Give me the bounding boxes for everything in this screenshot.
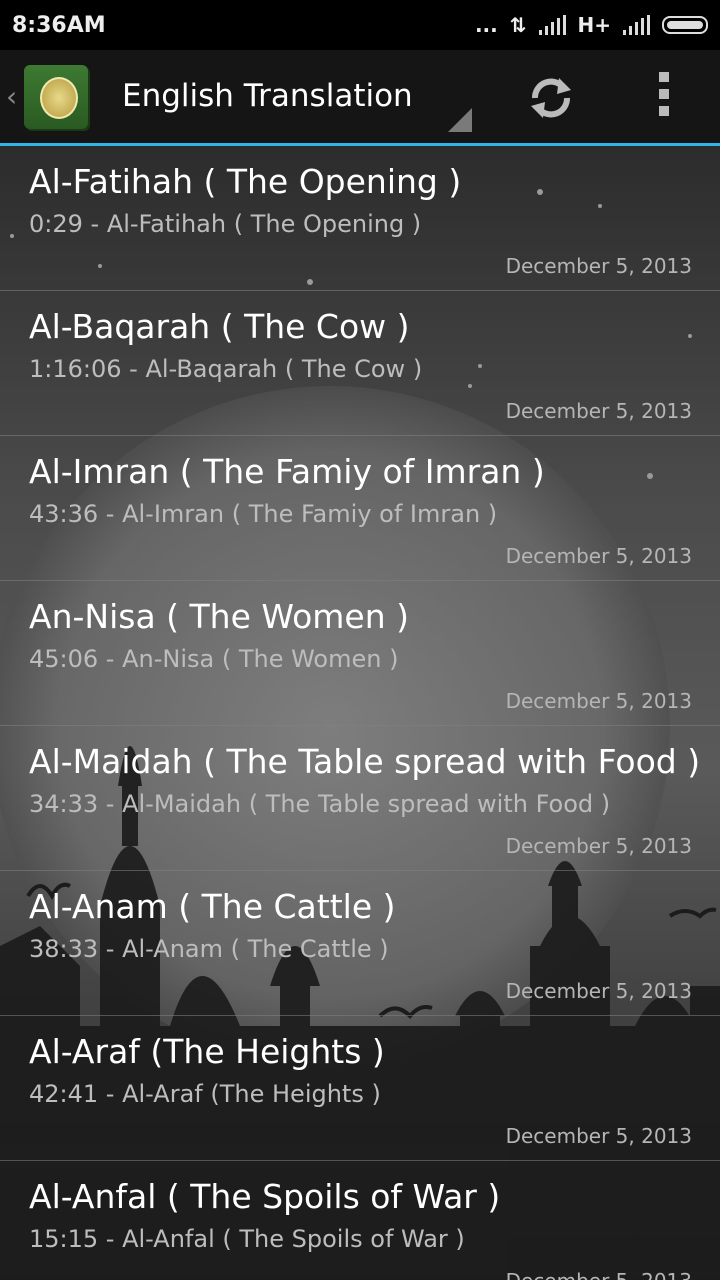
surah-date: December 5, 2013 — [505, 544, 692, 568]
surah-title: Al-Baqarah ( The Cow ) — [29, 307, 410, 346]
surah-date: December 5, 2013 — [505, 834, 692, 858]
surah-subtitle: 42:41 - Al-Araf (The Heights ) — [29, 1080, 381, 1108]
status-icons: ... ⇅ H+ — [475, 13, 708, 37]
list-item[interactable]: An-Nisa ( The Women ) 45:06 - An-Nisa ( … — [0, 581, 720, 726]
surah-title: Al-Maidah ( The Table spread with Food ) — [29, 742, 701, 781]
surah-title: Al-Fatihah ( The Opening ) — [29, 162, 462, 201]
network-type: H+ — [577, 13, 612, 37]
list-item[interactable]: Al-Anfal ( The Spoils of War ) 15:15 - A… — [0, 1161, 720, 1280]
list-item[interactable]: Al-Baqarah ( The Cow ) 1:16:06 - Al-Baqa… — [0, 291, 720, 436]
surah-date: December 5, 2013 — [505, 1124, 692, 1148]
up-caret-icon[interactable]: ‹ — [6, 80, 17, 113]
book-emblem-icon — [40, 77, 78, 119]
surah-date: December 5, 2013 — [506, 1269, 692, 1280]
status-time: 8:36AM — [12, 12, 106, 38]
surah-title: Al-Imran ( The Famiy of Imran ) — [29, 452, 545, 491]
list-item[interactable]: Al-Araf (The Heights ) 42:41 - Al-Araf (… — [0, 1016, 720, 1161]
list-item[interactable]: Al-Maidah ( The Table spread with Food )… — [0, 726, 720, 871]
status-bar: 8:36AM ... ⇅ H+ — [0, 0, 720, 50]
surah-date: December 5, 2013 — [505, 689, 692, 713]
surah-list[interactable]: Al-Fatihah ( The Opening ) 0:29 - Al-Fat… — [0, 146, 720, 1280]
spinner-indicator-icon — [448, 108, 472, 132]
action-bar: ‹ English Translation — [0, 50, 720, 146]
surah-title: Al-Anam ( The Cattle ) — [29, 887, 396, 926]
signal-icon — [538, 15, 566, 35]
battery-icon — [662, 16, 708, 34]
page-title: English Translation — [122, 78, 413, 114]
surah-subtitle: 15:15 - Al-Anfal ( The Spoils of War ) — [29, 1225, 465, 1253]
surah-date: December 5, 2013 — [505, 254, 692, 278]
data-transfer-icon: ⇅ — [509, 13, 527, 37]
surah-title: Al-Anfal ( The Spoils of War ) — [29, 1177, 501, 1216]
list-item[interactable]: Al-Fatihah ( The Opening ) 0:29 - Al-Fat… — [0, 146, 720, 291]
signal-icon-2 — [623, 15, 650, 35]
surah-date: December 5, 2013 — [505, 399, 692, 423]
surah-subtitle: 0:29 - Al-Fatihah ( The Opening ) — [29, 210, 422, 238]
notification-dots-icon: ... — [474, 13, 498, 37]
surah-subtitle: 38:33 - Al-Anam ( The Cattle ) — [29, 935, 389, 963]
surah-rows: Al-Fatihah ( The Opening ) 0:29 - Al-Fat… — [0, 146, 720, 1280]
list-item[interactable]: Al-Anam ( The Cattle ) 38:33 - Al-Anam (… — [0, 871, 720, 1016]
surah-subtitle: 43:36 - Al-Imran ( The Famiy of Imran ) — [29, 500, 498, 528]
overflow-menu-icon[interactable] — [652, 72, 676, 126]
list-item[interactable]: Al-Imran ( The Famiy of Imran ) 43:36 - … — [0, 436, 720, 581]
surah-subtitle: 34:33 - Al-Maidah ( The Table spread wit… — [29, 790, 611, 818]
refresh-icon[interactable] — [525, 72, 577, 124]
surah-title: Al-Araf (The Heights ) — [29, 1032, 385, 1071]
surah-subtitle: 1:16:06 - Al-Baqarah ( The Cow ) — [29, 355, 423, 383]
quran-app-icon[interactable] — [24, 65, 88, 129]
surah-subtitle: 45:06 - An-Nisa ( The Women ) — [29, 645, 399, 673]
surah-title: An-Nisa ( The Women ) — [29, 597, 409, 636]
surah-date: December 5, 2013 — [505, 979, 692, 1003]
